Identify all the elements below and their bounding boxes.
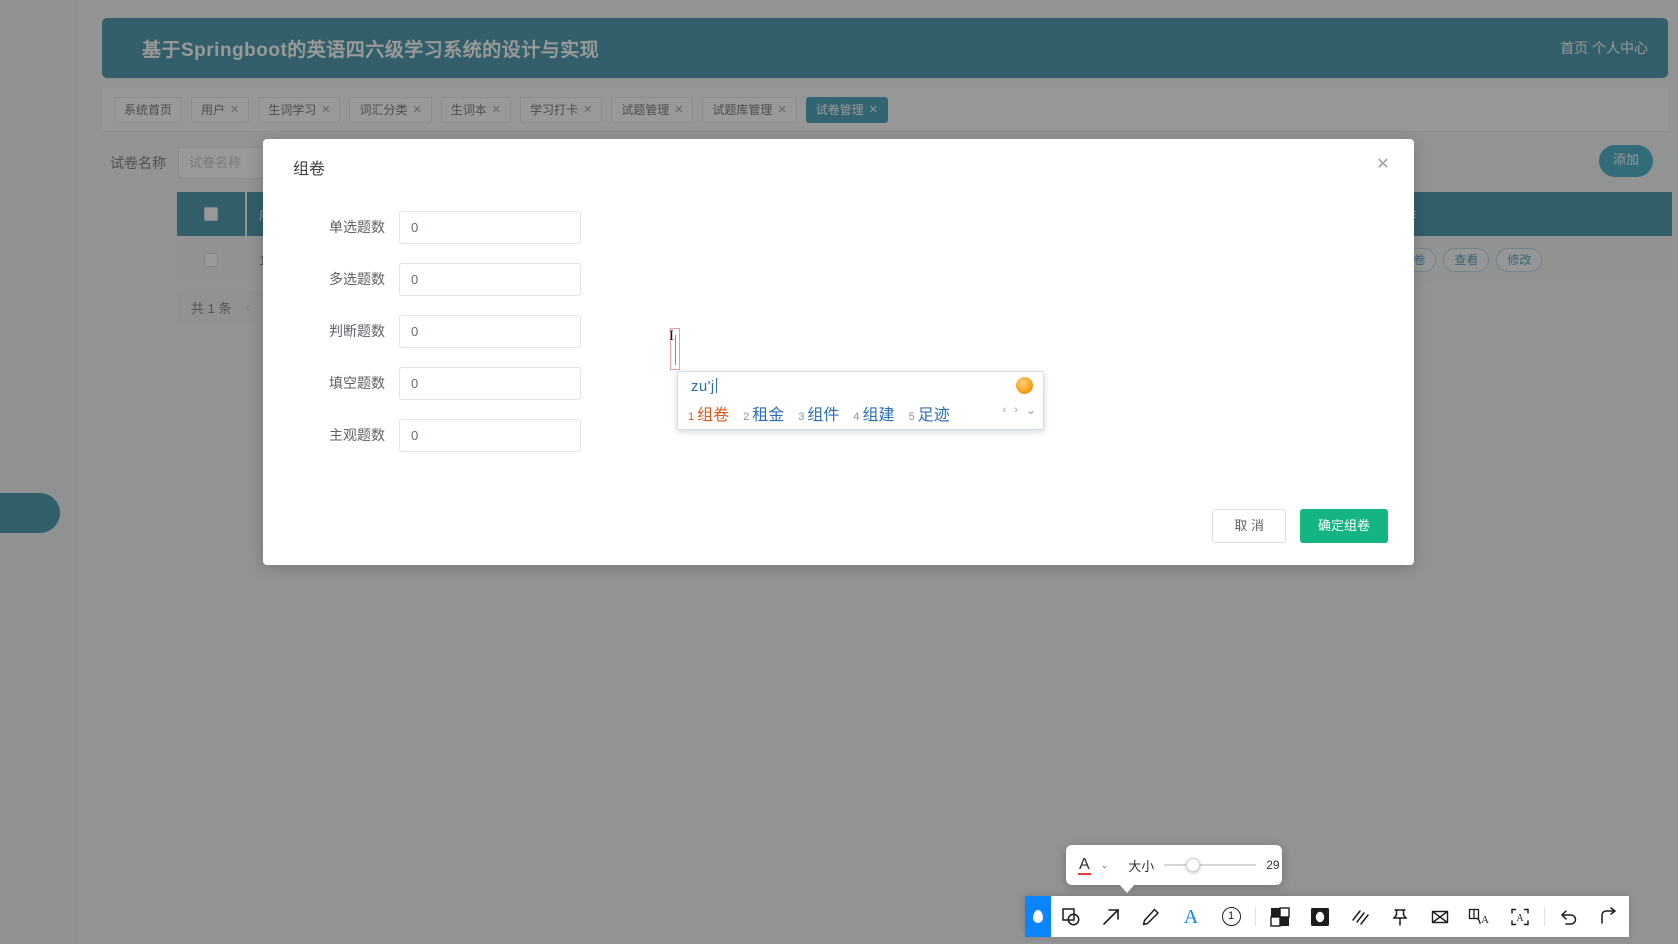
divider [1544, 907, 1545, 926]
close-icon[interactable]: ✕ [1372, 153, 1394, 175]
ime-candidate-3[interactable]: 3 组件 [798, 401, 839, 425]
ime-candidate-list: 1 组卷 2 租金 3 组件 4 组建 5 足迹 [688, 401, 950, 425]
candidate-word: 租金 [752, 407, 785, 424]
chevron-down-icon[interactable]: ⌄ [1101, 860, 1109, 871]
crop-icon[interactable] [1420, 896, 1460, 937]
form-row-true-false: 判断题数 0 [263, 305, 823, 357]
number-badge-icon[interactable]: 1 [1211, 896, 1251, 937]
popup-arrow [1119, 884, 1135, 893]
ime-pinyin-value: zu'j [691, 378, 715, 395]
ime-candidate-1[interactable]: 1 组卷 [688, 401, 729, 425]
annotation-toolbar: A 1 A A [1025, 896, 1629, 937]
ime-candidate-5[interactable]: 5 足迹 [909, 401, 950, 425]
single-choice-count-input[interactable]: 0 [399, 210, 581, 244]
size-label: 大小 [1128, 858, 1155, 874]
slider-knob[interactable] [1186, 858, 1201, 872]
dialog-footer: 取 消 确定组卷 [1212, 509, 1388, 543]
slider-track [1164, 864, 1257, 866]
ime-nav: ‹ › ⌄ [1003, 403, 1036, 417]
divider [1255, 907, 1256, 926]
confirm-compose-button[interactable]: 确定组卷 [1299, 509, 1388, 543]
ocr-icon[interactable]: A [1500, 896, 1540, 937]
candidate-word: 组件 [807, 407, 840, 424]
candidate-word: 组卷 [697, 407, 730, 424]
text-icon-glyph: A [1183, 905, 1199, 928]
field-label: 填空题数 [329, 375, 385, 391]
ime-candidate-4[interactable]: 4 组建 [853, 401, 894, 425]
field-label: 判断题数 [329, 323, 385, 339]
translate-icon[interactable]: A [1460, 896, 1500, 937]
shape-icon[interactable] [1051, 896, 1091, 937]
svg-text:A: A [1481, 914, 1489, 926]
arrow-icon[interactable] [1091, 896, 1131, 937]
mosaic-icon[interactable] [1260, 896, 1300, 937]
dialog-title: 组卷 [293, 161, 326, 178]
pen-icon[interactable] [1131, 896, 1171, 937]
text-icon[interactable]: A [1171, 896, 1211, 937]
ime-next-page-icon[interactable]: › [1014, 404, 1018, 416]
candidate-index: 3 [798, 411, 805, 423]
subjective-count-input[interactable]: 0 [399, 418, 581, 452]
ime-candidate-window: zu'j 1 组卷 2 租金 3 组件 4 组建 5 足迹 ‹ › ⌄ [677, 371, 1044, 430]
fill-blank-count-input[interactable]: 0 [399, 366, 581, 400]
candidate-word: 组建 [862, 407, 895, 424]
ime-prev-page-icon[interactable]: ‹ [1003, 404, 1007, 416]
candidate-index: 4 [853, 411, 860, 423]
pin-icon[interactable] [1380, 896, 1420, 937]
screenshot-root: 理 n 理 习管理 类管理 管理 卡管理 理 管理 理 理 理 [0, 0, 1678, 944]
svg-text:A: A [1516, 913, 1524, 924]
candidate-index: 1 [688, 411, 695, 423]
ime-pinyin-caret [715, 378, 717, 393]
field-label: 单选题数 [329, 219, 385, 235]
undo-icon[interactable] [1549, 896, 1589, 937]
ime-pinyin-text: zu'j [691, 378, 717, 395]
true-false-count-input[interactable]: 0 [399, 314, 581, 348]
compose-paper-dialog: 组卷 ✕ 单选题数 0 多选题数 0 判断题数 0 填空题数 0 主观题数 0 [263, 139, 1414, 565]
candidate-index: 5 [908, 411, 915, 423]
cancel-button[interactable]: 取 消 [1212, 509, 1286, 543]
candidate-index: 2 [743, 411, 750, 423]
share-icon[interactable] [1589, 896, 1629, 937]
ime-expand-icon[interactable]: ⌄ [1026, 403, 1036, 417]
multi-choice-count-input[interactable]: 0 [399, 262, 581, 296]
field-label: 多选题数 [329, 271, 385, 287]
field-label: 主观题数 [329, 427, 385, 443]
font-color-icon[interactable]: A [1078, 856, 1091, 875]
form-row-multi-choice: 多选题数 0 [263, 253, 823, 305]
number-badge-glyph: 1 [1221, 907, 1241, 926]
size-value: 29 [1266, 858, 1280, 872]
ime-candidate-2[interactable]: 2 租金 [743, 401, 784, 425]
spotlight-icon[interactable] [1300, 896, 1340, 937]
text-cursor-icon: I [669, 328, 674, 344]
text-style-popup: A ⌄ 大小 29 [1066, 845, 1282, 885]
blur-icon[interactable] [1340, 896, 1380, 937]
font-size-slider[interactable] [1164, 858, 1257, 872]
candidate-word: 足迹 [917, 407, 950, 424]
ime-logo-icon [1016, 377, 1033, 394]
color-swatch-icon[interactable] [1025, 896, 1051, 937]
form-row-single-choice: 单选题数 0 [263, 201, 823, 253]
